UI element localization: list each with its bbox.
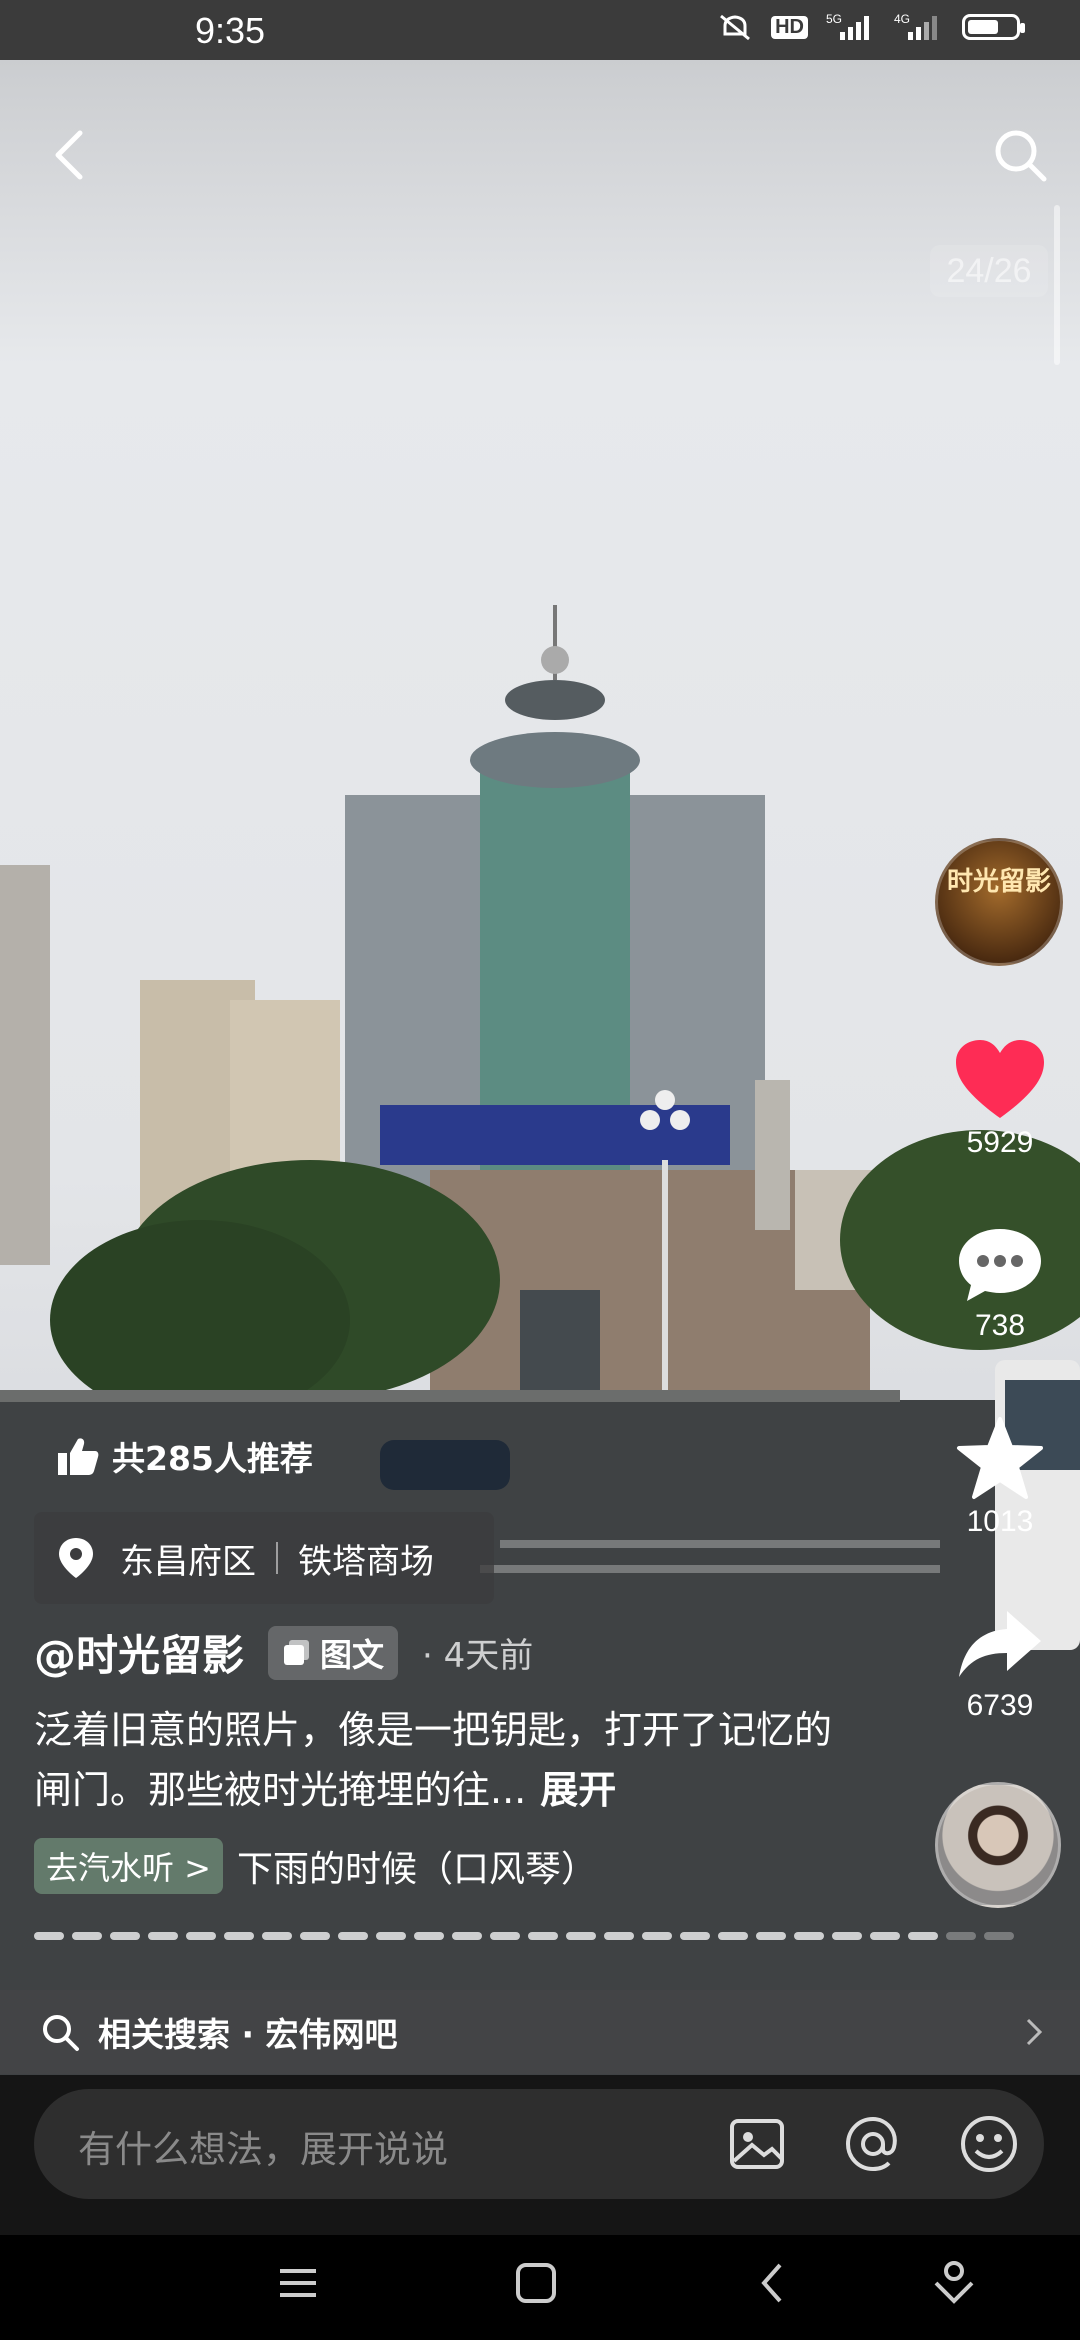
emoji-icon[interactable] — [956, 2111, 1022, 2177]
signal-4g-icon: 4G — [894, 12, 937, 40]
page-indicator: 24/26 — [930, 245, 1048, 297]
location-pin-icon — [59, 1538, 93, 1578]
comment-placeholder: 有什么想法，展开说说 — [78, 2128, 448, 2171]
progress-segment — [566, 1932, 596, 1940]
progress-segment — [832, 1932, 862, 1940]
search-icon — [43, 2015, 79, 2051]
progress-segment — [72, 1932, 102, 1940]
progress-segment — [908, 1932, 938, 1940]
progress-segment — [642, 1932, 672, 1940]
progress-segment — [756, 1932, 786, 1940]
menu-icon[interactable] — [268, 2253, 328, 2313]
progress-segment — [414, 1932, 444, 1940]
comment-button[interactable]: 738 — [920, 1225, 1080, 1343]
progress-segment — [34, 1932, 64, 1940]
description-text: 泛着旧意的照片，像是一把钥匙，打开了记忆的闸门。那些被时光掩埋的往... — [34, 1708, 833, 1812]
chevron-right-icon — [1026, 2018, 1043, 2046]
status-time: 9:35 — [195, 10, 266, 51]
svg-text:5G: 5G — [826, 12, 842, 26]
related-search-label: 相关搜索 · 宏伟网吧 — [98, 2015, 398, 2054]
progress-segment — [300, 1932, 330, 1940]
progress-segment — [794, 1932, 824, 1940]
music-row[interactable]: 去汽水听 > 下雨的时候（口风琴） — [34, 1838, 597, 1894]
screen: 9:35 HD 5G 4G 24/26 时光留影 5929 738 1013 6… — [0, 0, 1080, 2340]
star-icon — [957, 1417, 1043, 1499]
avatar-text: 时光留影 — [946, 867, 1051, 897]
progress-segment — [604, 1932, 634, 1940]
progress-segment — [262, 1932, 292, 1940]
comment-area: 有什么想法，展开说说 — [0, 2075, 1080, 2235]
progress-segment — [110, 1932, 140, 1940]
svg-text:4G: 4G — [894, 12, 910, 26]
share-count: 6739 — [966, 1689, 1034, 1722]
location-place: 铁塔商场 — [298, 1541, 434, 1582]
progress-segment — [338, 1932, 368, 1940]
author-avatar[interactable]: 时光留影 — [935, 838, 1063, 966]
at-mention-icon[interactable] — [840, 2111, 906, 2177]
heart-icon — [956, 1040, 1044, 1118]
signal-5g-icon: 5G — [826, 12, 869, 40]
favorite-count: 1013 — [966, 1505, 1034, 1538]
progress-segment — [680, 1932, 710, 1940]
recommend-badge[interactable]: 共285人推荐 — [36, 1422, 333, 1490]
comment-bubble-icon — [959, 1229, 1041, 1301]
location-tag[interactable]: 东昌府区 铁塔商场 — [34, 1512, 494, 1604]
progress-segment — [186, 1932, 216, 1940]
post-type-tag: 图文 — [268, 1625, 399, 1680]
progress-segment — [376, 1932, 406, 1940]
post-time: · 4天前 — [422, 1636, 534, 1676]
scroll-indicator — [1054, 205, 1060, 365]
location-separator — [276, 1542, 278, 1574]
progress-segment — [528, 1932, 558, 1940]
back-nav-icon[interactable] — [744, 2253, 804, 2313]
share-arrow-icon — [959, 1611, 1041, 1677]
progress-segment — [452, 1932, 482, 1940]
related-search-bar[interactable]: 相关搜索 · 宏伟网吧 — [0, 1990, 1080, 2074]
music-app-tag[interactable]: 去汽水听 > — [34, 1838, 223, 1894]
recommend-text: 共285人推荐 — [112, 1439, 313, 1478]
progress-segment — [148, 1932, 178, 1940]
post-description[interactable]: 泛着旧意的照片，像是一把钥匙，打开了记忆的闸门。那些被时光掩埋的往... 展开 — [34, 1700, 854, 1820]
like-count: 5929 — [966, 1126, 1034, 1159]
comment-input[interactable]: 有什么想法，展开说说 — [34, 2089, 1044, 2199]
hide-nav-icon[interactable] — [924, 2253, 984, 2313]
music-creator-avatar[interactable] — [935, 1782, 1061, 1908]
author-name[interactable]: @时光留影 — [34, 1622, 244, 1683]
progress-segment — [984, 1932, 1014, 1940]
thumbs-up-icon — [58, 1438, 99, 1475]
favorite-button[interactable]: 1013 — [920, 1415, 1080, 1539]
battery-icon — [962, 14, 1025, 40]
image-icon[interactable] — [724, 2111, 790, 2177]
status-bar: 9:35 HD 5G 4G — [0, 0, 1080, 60]
progress-segment — [224, 1932, 254, 1940]
search-icon[interactable] — [990, 125, 1050, 185]
progress-segment — [870, 1932, 900, 1940]
hd-icon: HD — [771, 15, 808, 39]
progress-segment — [946, 1932, 976, 1940]
share-button[interactable]: 6739 — [920, 1605, 1080, 1723]
expand-link[interactable]: 展开 — [540, 1768, 616, 1812]
system-nav-bar — [0, 2235, 1080, 2340]
like-button[interactable]: 5929 — [920, 1038, 1080, 1160]
progress-segment — [490, 1932, 520, 1940]
mute-icon — [720, 14, 751, 41]
music-title: 下雨的时候（口风琴） — [237, 1849, 598, 1890]
back-arrow-icon[interactable] — [42, 125, 102, 185]
progress-segment — [718, 1932, 748, 1940]
status-icons: HD 5G 4G — [717, 12, 1025, 42]
image-progress — [34, 1932, 1014, 1940]
comment-count: 738 — [974, 1309, 1026, 1342]
post-type-label: 图文 — [320, 1635, 385, 1674]
location-district: 东昌府区 — [120, 1541, 256, 1582]
image-text-icon — [284, 1639, 310, 1665]
author-row: @时光留影 图文 · 4天前 — [34, 1622, 533, 1683]
home-square-icon[interactable] — [506, 2253, 566, 2313]
